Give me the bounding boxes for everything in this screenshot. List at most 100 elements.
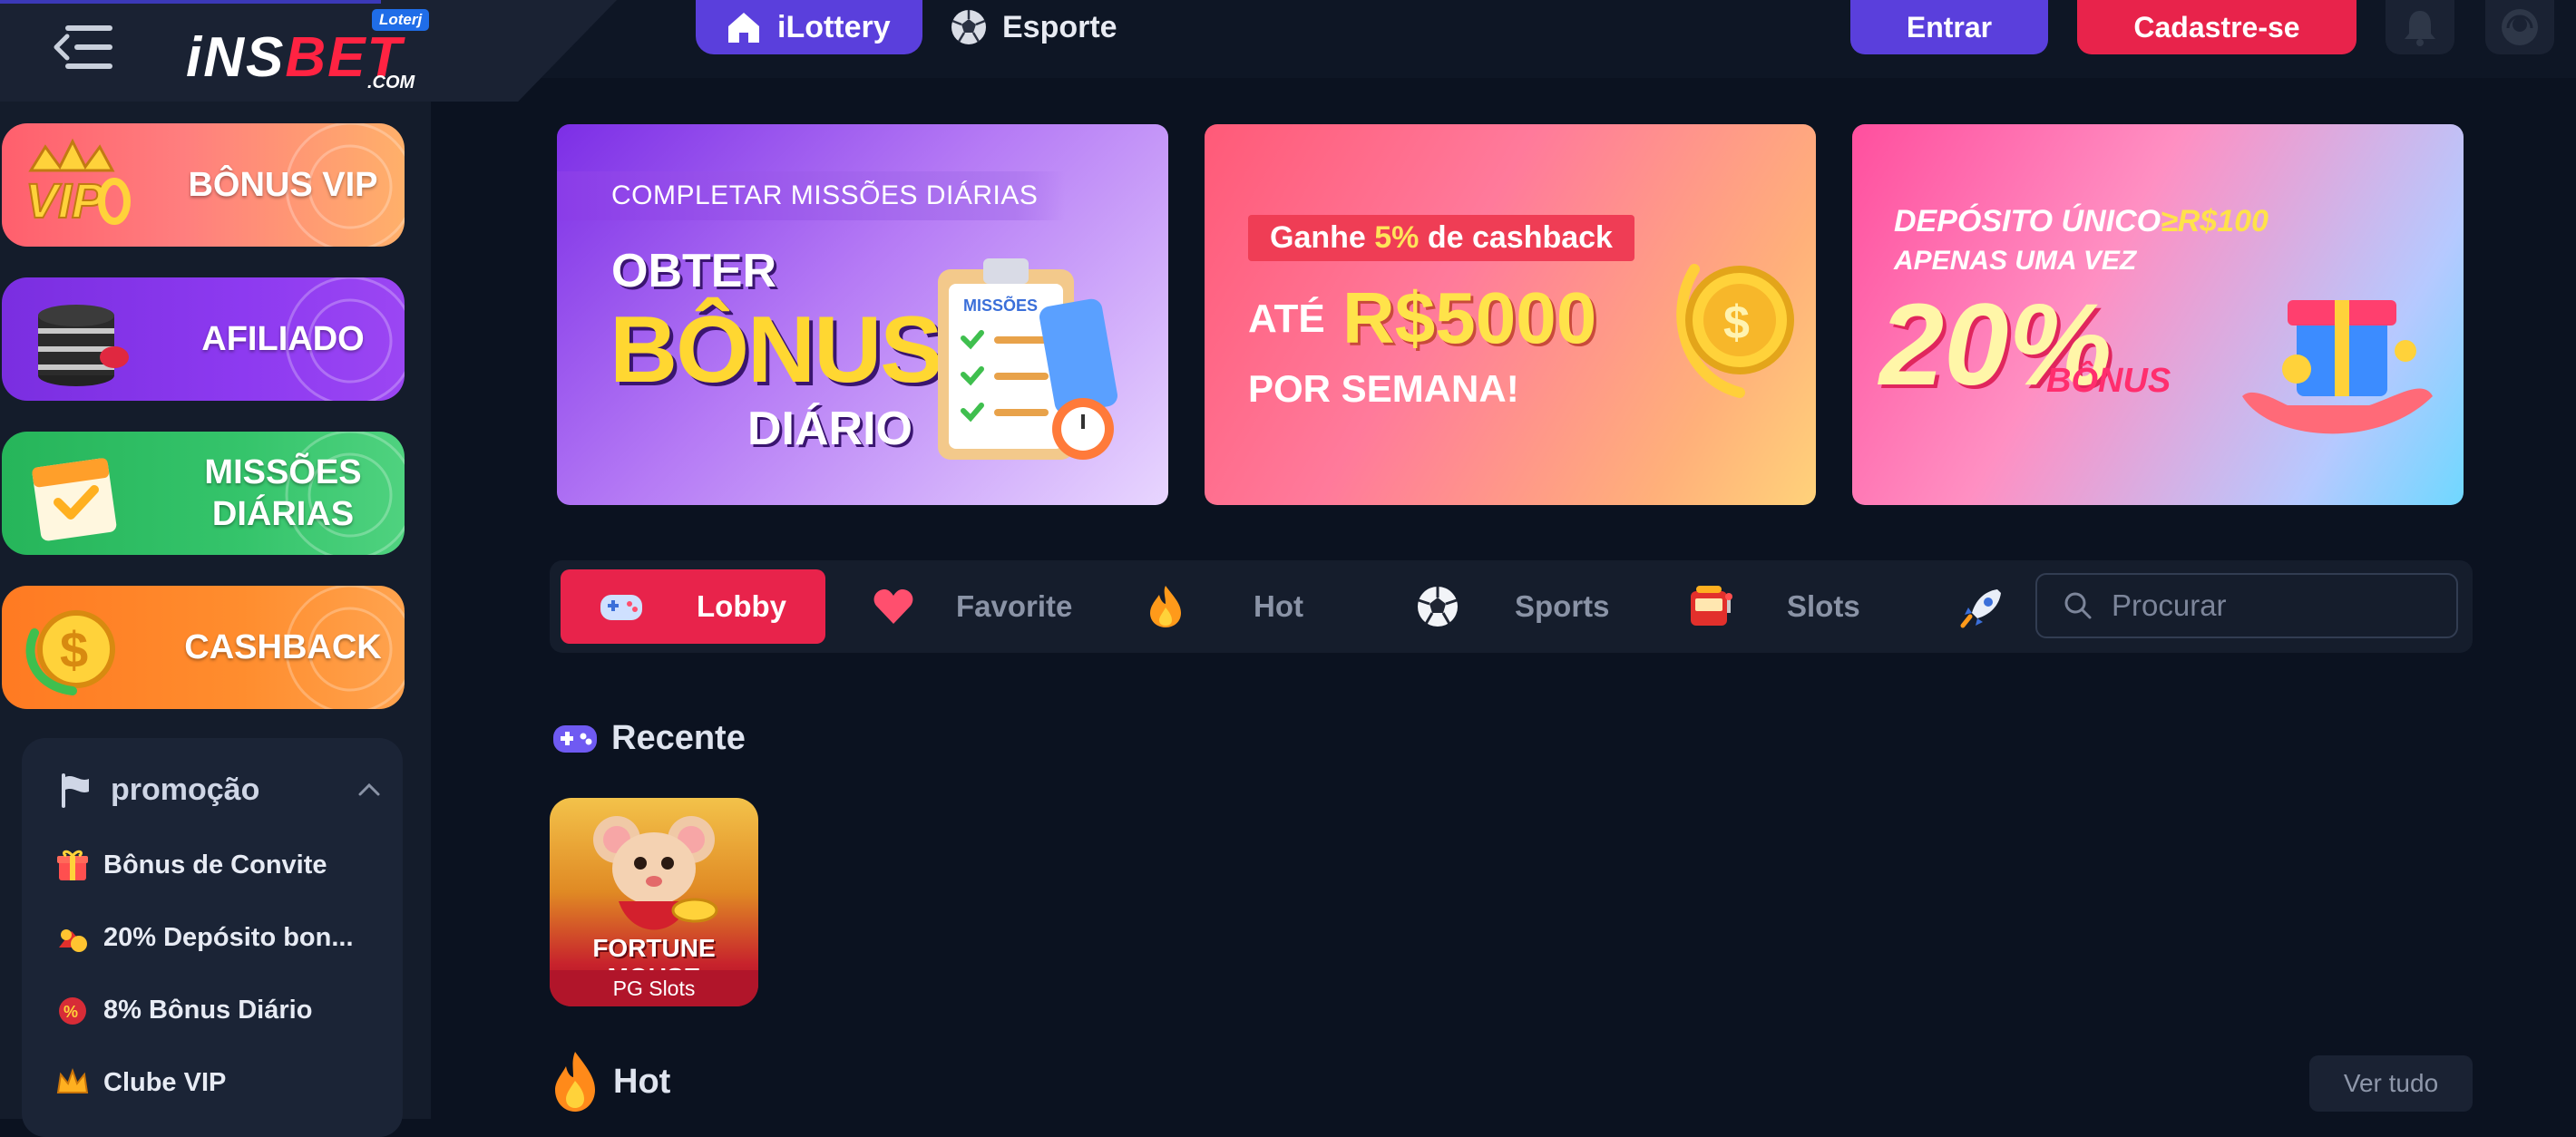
sidebar-card-daily-missions[interactable]: MISSÕES DIÁRIAS xyxy=(2,432,405,555)
site-logo[interactable]: Loterj iNSBET .COM xyxy=(186,9,431,100)
search-input[interactable] xyxy=(2110,588,2436,624)
soccer-ball-icon xyxy=(1413,582,1462,631)
section-title-text: Recente xyxy=(611,718,746,757)
login-button[interactable]: Entrar xyxy=(1850,0,2048,54)
logo-suffix: .COM xyxy=(367,73,415,92)
deposit-once: APENAS UMA VEZ xyxy=(1894,246,2137,276)
menu-toggle-button[interactable] xyxy=(53,22,116,73)
nav-tab-label: iLottery xyxy=(777,9,891,44)
home-icon xyxy=(728,13,759,43)
svg-text:$: $ xyxy=(60,621,88,678)
tab-label: Hot xyxy=(1254,589,1303,623)
accent-line xyxy=(0,0,381,4)
sidebar-card-affiliate[interactable]: AFILIADO xyxy=(2,277,405,401)
fire-icon xyxy=(1141,582,1190,631)
sidebar-card-vip-bonus[interactable]: VIP BÔNUS VIP xyxy=(2,123,405,247)
crown-icon xyxy=(54,1064,91,1101)
tab-label: Favorite xyxy=(956,589,1073,623)
game-category-tabs: Lobby Favorite Hot Sports Slots xyxy=(550,560,2473,653)
chip-stack-icon xyxy=(38,305,129,386)
recent-section-title: Recente xyxy=(551,714,746,762)
promo-item-invite-bonus[interactable]: Bônus de Convite xyxy=(54,845,327,885)
tab-hot[interactable]: Hot xyxy=(1141,569,1359,644)
cashback-pill: Ganhe 5% de cashback xyxy=(1248,215,1634,261)
register-button[interactable]: Cadastre-se xyxy=(2077,0,2356,54)
tab-sports[interactable]: Sports xyxy=(1413,569,1649,644)
dollar-coin-icon: $ xyxy=(25,610,115,695)
heart-icon xyxy=(869,582,918,631)
notifications-button[interactable] xyxy=(2386,0,2454,54)
clipboard-label: MISSÕES xyxy=(963,296,1038,315)
gift-bag-icon xyxy=(54,919,91,956)
pill-prefix: Ganhe xyxy=(1270,220,1375,255)
top-bar: Loterj iNSBET .COM iLottery Esporte Entr… xyxy=(0,0,2576,102)
promo-item-label: Clube VIP xyxy=(103,1067,227,1097)
logo-word-white: iNS xyxy=(186,26,286,89)
banner-ate: ATÉ xyxy=(1248,296,1325,341)
sidebar-card-label: BÔNUS VIP xyxy=(188,166,378,204)
flag-icon xyxy=(62,773,89,808)
promo-item-label: 8% Bônus Diário xyxy=(103,995,313,1025)
calendar-check-icon xyxy=(32,458,117,541)
banner-deposit-bonus[interactable]: DEPÓSITO ÚNICO≥R$100 APENAS UMA VEZ 20% … xyxy=(1852,124,2464,505)
banner-strip-text: COMPLETAR MISSÕES DIÁRIAS xyxy=(611,180,1039,210)
svg-text:%: % xyxy=(63,1003,78,1021)
tab-lobby[interactable]: Lobby xyxy=(561,569,825,644)
fire-icon xyxy=(555,1052,595,1112)
gift-hand-icon xyxy=(2242,300,2433,434)
chevron-up-icon[interactable] xyxy=(356,776,383,803)
deposit-bonus-label: BÔNUS xyxy=(2046,362,2171,400)
gift-icon xyxy=(54,847,91,883)
tab-label: Lobby xyxy=(697,589,786,623)
svg-text:$: $ xyxy=(1723,296,1750,349)
sidebar-card-cashback[interactable]: $ CASHBACK xyxy=(2,586,405,709)
vip-crown-icon: VIP xyxy=(24,138,131,229)
gamepad-icon xyxy=(597,582,646,631)
banner-line-3: DIÁRIO xyxy=(747,403,912,455)
game-card[interactable]: FORTUNE MOUSE PG Slots xyxy=(550,798,758,1006)
clipboard-icon: MISSÕES xyxy=(938,258,1117,460)
pill-suffix: de cashback xyxy=(1419,220,1613,255)
nav-tab-ilottery[interactable]: iLottery xyxy=(696,0,922,54)
banner-line-1: OBTER xyxy=(611,245,776,297)
hot-section-title: Hot xyxy=(550,1050,670,1113)
tab-label: Slots xyxy=(1787,589,1860,623)
pill-highlight: 5% xyxy=(1374,220,1420,255)
search-icon xyxy=(2064,592,2092,619)
headset-icon xyxy=(2502,9,2538,45)
nav-tab-esporte[interactable]: Esporte xyxy=(948,0,1117,54)
tab-crash[interactable] xyxy=(1957,569,2021,644)
search-box[interactable] xyxy=(2035,573,2458,638)
nav-tab-label: Esporte xyxy=(1002,9,1117,44)
gold-coin-icon: $ xyxy=(1676,264,1794,398)
see-all-button[interactable]: Ver tudo xyxy=(2309,1055,2473,1112)
promotions-title: promoção xyxy=(111,772,260,807)
promo-item-deposit-bonus[interactable]: 20% Depósito bon... xyxy=(54,918,354,957)
banner-strip: COMPLETAR MISSÕES DIÁRIAS xyxy=(557,171,1065,220)
tab-label: Sports xyxy=(1515,589,1610,623)
promo-item-label: 20% Depósito bon... xyxy=(103,922,354,952)
percent-badge-icon: % xyxy=(54,992,91,1028)
gamepad-icon xyxy=(553,725,597,753)
promo-item-vip-club[interactable]: Clube VIP xyxy=(54,1063,226,1103)
slot-machine-icon xyxy=(1685,582,1734,631)
promotions-header[interactable]: promoção xyxy=(56,767,383,812)
game-provider: PG Slots xyxy=(550,970,758,1006)
support-button[interactable] xyxy=(2485,0,2554,54)
banner-cashback[interactable]: Ganhe 5% de cashback ATÉ R$5000 POR SEMA… xyxy=(1205,124,1816,505)
menu-collapse-icon xyxy=(54,25,112,69)
sidebar-card-label: CASHBACK xyxy=(184,628,382,666)
bell-icon xyxy=(2405,11,2435,46)
section-title-text: Hot xyxy=(613,1062,671,1101)
banner-daily-missions[interactable]: COMPLETAR MISSÕES DIÁRIAS OBTER BÔNUS DI… xyxy=(557,124,1168,505)
deposit-value: ≥R$100 xyxy=(2161,204,2269,238)
deposit-prefix: DEPÓSITO ÚNICO xyxy=(1894,204,2161,238)
promo-item-label: Bônus de Convite xyxy=(103,850,327,879)
tab-slots[interactable]: Slots xyxy=(1685,569,1903,644)
tab-favorite[interactable]: Favorite xyxy=(869,569,1123,644)
fortune-mouse-art xyxy=(593,816,718,930)
sidebar-card-label: AFILIADO xyxy=(201,320,365,358)
banner-line-2: BÔNUS xyxy=(610,297,943,403)
promo-item-daily-bonus[interactable]: % 8% Bônus Diário xyxy=(54,990,312,1030)
banner-amount: R$5000 xyxy=(1342,277,1597,358)
